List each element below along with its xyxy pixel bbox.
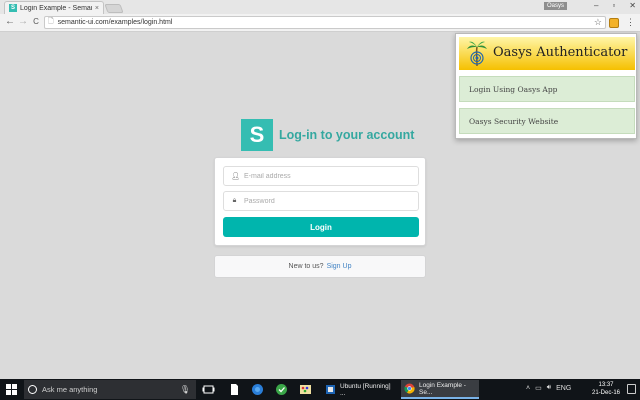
signup-text: New to us? (288, 263, 324, 270)
bookmark-star-icon[interactable]: ☆ (594, 17, 602, 28)
show-hidden-icons-icon[interactable]: ˄ (526, 385, 530, 392)
system-clock[interactable]: 13:37 21-Dec-16 (588, 381, 624, 397)
url-text[interactable]: semantic-ui.com/examples/login.html (58, 19, 594, 26)
semantic-logo: S (241, 119, 273, 151)
email-input[interactable] (244, 172, 418, 180)
system-tray: ˄ ▭ 🔊︎ ENG (526, 384, 571, 392)
browser-titlebar: S Login Example - Seman × Oasys – ▫ ✕ (0, 0, 640, 14)
network-icon[interactable]: ▭ (535, 384, 542, 392)
file-icon[interactable] (228, 383, 241, 396)
popup-header: Oasys Authenticator (459, 37, 635, 70)
reload-icon[interactable]: C (30, 16, 42, 28)
window-controls: – ▫ ✕ (594, 0, 636, 12)
signup-message: New to us? Sign Up (214, 255, 426, 278)
windows-taskbar: Ask me anything 🎙︎ Ubuntu [Running] ... … (0, 379, 640, 400)
address-bar[interactable]: 🗋 semantic-ui.com/examples/login.html ☆ (44, 16, 606, 29)
keyboard-language[interactable]: ENG (556, 385, 571, 392)
profile-chip[interactable]: Oasys (544, 2, 568, 10)
tab-close-icon[interactable]: × (95, 5, 99, 12)
page-title: Log-in to your account (279, 128, 415, 142)
minimize-icon[interactable]: – (594, 0, 598, 12)
page-info-icon[interactable]: 🗋 (48, 17, 54, 28)
close-window-icon[interactable]: ✕ (629, 0, 636, 12)
browser-menu-icon[interactable]: ⋮ (626, 16, 635, 28)
password-input[interactable] (244, 197, 418, 205)
tab-title: Login Example - Seman (20, 4, 92, 12)
login-button[interactable]: Login (223, 217, 419, 237)
paint-app-icon[interactable] (299, 383, 312, 396)
volume-icon[interactable]: 🔊︎ (547, 384, 551, 392)
user-icon: 👤︎ (231, 173, 240, 180)
taskbar-virtualbox-ubuntu[interactable]: Ubuntu [Running] ... (322, 380, 396, 399)
email-field[interactable]: 👤︎ (223, 166, 419, 186)
login-form: 👤︎ 🔒︎ Login (214, 157, 426, 246)
login-header: S Log-in to your account (241, 119, 414, 151)
browser-toolbar: ← → C 🗋 semantic-ui.com/examples/login.h… (0, 14, 640, 32)
lock-icon: 🔒︎ (232, 197, 237, 204)
clock-date: 21-Dec-16 (591, 390, 620, 396)
login-using-oasys-app-button[interactable]: Login Using Oasys App (459, 76, 635, 102)
cortana-search-placeholder[interactable]: Ask me anything (42, 385, 180, 394)
forward-arrow-icon[interactable]: → (17, 16, 29, 28)
oasys-security-website-link[interactable]: Oasys Security Website (459, 108, 635, 134)
oasys-authenticator-popup: Oasys Authenticator Login Using Oasys Ap… (455, 33, 637, 139)
green-app-icon[interactable] (275, 383, 288, 396)
oasys-logo-icon (467, 41, 487, 67)
clock-time: 13:37 (598, 382, 614, 388)
taskbar-task-label: Ubuntu [Running] ... (340, 382, 391, 397)
semantic-ui-favicon-icon: S (9, 4, 17, 12)
oasys-extension-icon[interactable] (609, 18, 619, 28)
chrome-icon (404, 383, 415, 394)
action-center-icon[interactable] (627, 384, 636, 394)
windows-start-icon[interactable] (6, 384, 17, 395)
taskbar-chrome-login[interactable]: Login Example - Se... (401, 380, 479, 399)
task-view-icon[interactable] (202, 383, 215, 396)
cortana-icon (28, 385, 37, 394)
signup-link[interactable]: Sign Up (327, 263, 352, 270)
back-arrow-icon[interactable]: ← (4, 16, 16, 28)
cortana-search-box[interactable]: Ask me anything 🎙︎ (24, 380, 196, 399)
maximize-icon[interactable]: ▫ (612, 0, 615, 12)
microphone-icon[interactable]: 🎙︎ (180, 385, 190, 394)
virtualbox-icon (326, 385, 335, 394)
tab-login-example[interactable]: S Login Example - Seman × (4, 1, 104, 14)
password-field[interactable]: 🔒︎ (223, 191, 419, 211)
taskbar-task-label: Login Example - Se... (419, 381, 466, 396)
new-tab-button[interactable] (104, 4, 124, 13)
browser-globe-icon[interactable] (251, 383, 264, 396)
popup-title: Oasys Authenticator (493, 45, 628, 60)
